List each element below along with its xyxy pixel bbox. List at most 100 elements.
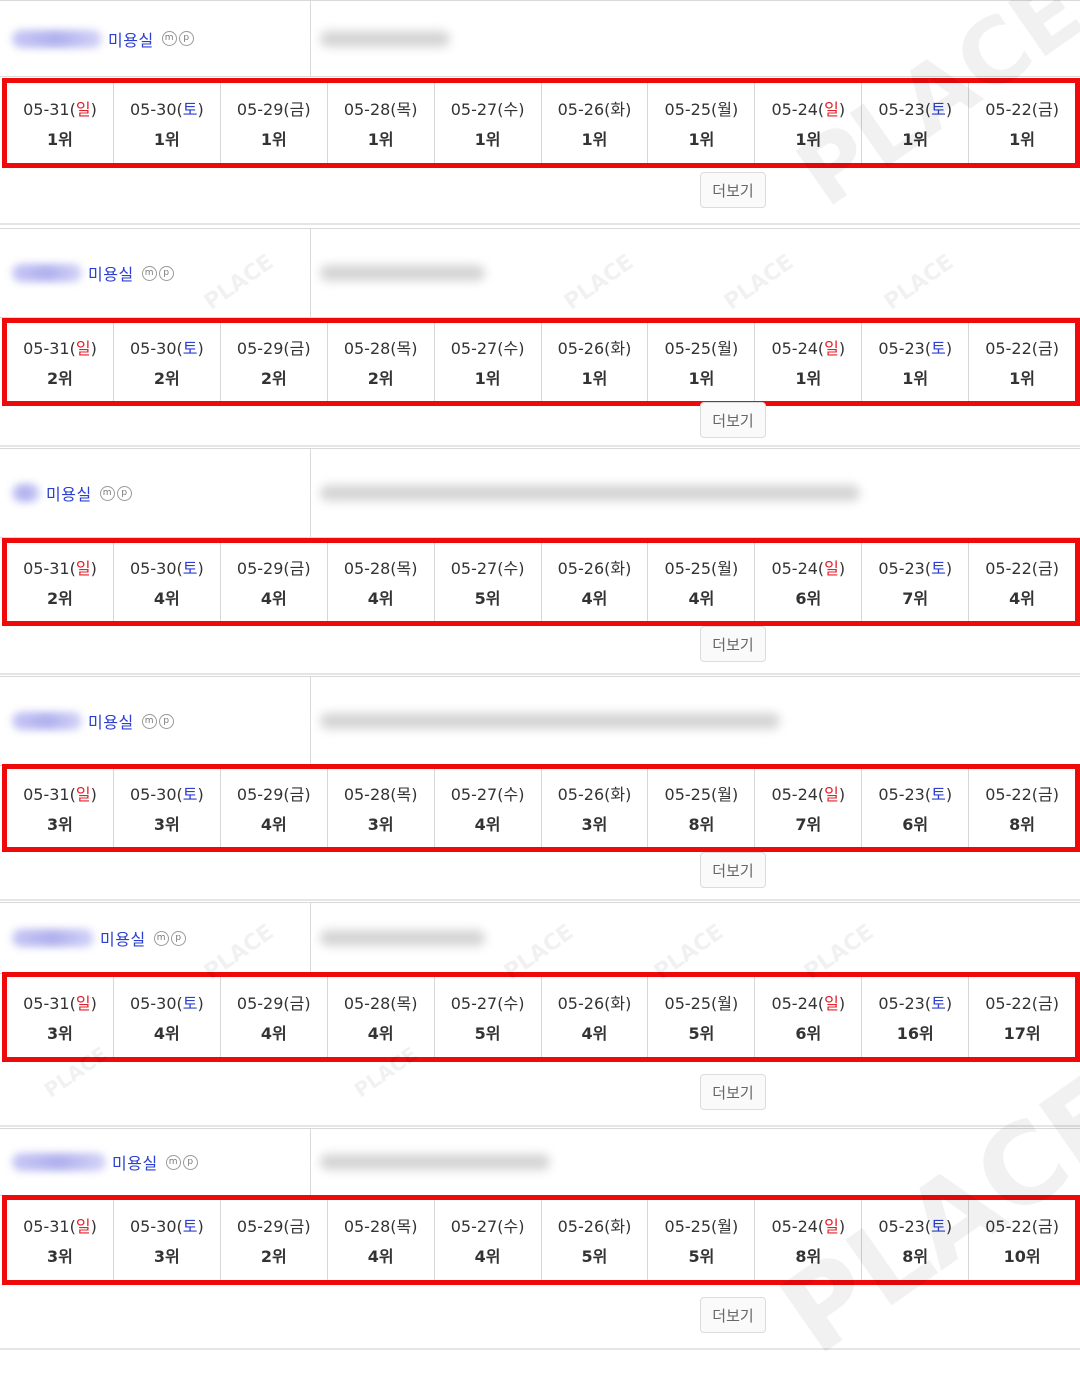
day-of-week: 일 [75, 994, 91, 1013]
date-paren: ) [625, 1217, 632, 1236]
rank-value: 1위 [581, 130, 608, 149]
day-of-week: 토 [931, 100, 946, 119]
rank-value: 4위 [474, 815, 501, 834]
date-text: 05-30( [130, 785, 183, 804]
blurred-store-url[interactable] [320, 1154, 550, 1170]
rank-cell: 05-31(일) 3위 [7, 1200, 114, 1280]
date-text: 05-24( [771, 559, 825, 578]
row-separator [0, 223, 1080, 225]
rank-cell: 05-29(금) 4위 [221, 543, 328, 621]
rank-value: 1위 [688, 369, 715, 388]
day-of-week: 금 [1037, 100, 1053, 119]
day-of-week: 화 [610, 994, 626, 1013]
rank-date: 05-22(금) [985, 555, 1059, 579]
rank-value: 4위 [367, 589, 394, 608]
day-of-week: 일 [75, 559, 91, 578]
store-category-label[interactable]: 미용실 [100, 926, 146, 950]
rank-date: 05-28(목) [344, 781, 418, 805]
day-of-week: 금 [1037, 994, 1053, 1013]
store-name-cell[interactable]: 미용실 m p [0, 1129, 311, 1195]
date-text: 05-25( [664, 1217, 718, 1236]
store-name-cell[interactable]: 미용실 m p [0, 677, 311, 765]
day-of-week: 목 [396, 100, 412, 119]
rank-value: 1위 [47, 130, 73, 149]
rank-date: 05-27(수) [451, 990, 525, 1014]
rank-date: 05-23(토) [878, 781, 952, 805]
date-text: 05-25( [664, 785, 718, 804]
date-text: 05-29( [236, 339, 290, 358]
rank-date: 05-30(토) [130, 96, 204, 120]
rank-cell: 05-23(토) 1위 [862, 323, 970, 401]
date-paren: ) [518, 1217, 525, 1236]
date-paren: ) [945, 339, 953, 358]
rank-cell: 05-26(화) 4위 [542, 977, 649, 1057]
blurred-store-url[interactable] [320, 713, 780, 729]
store-name-cell[interactable]: 미용실 m p [0, 229, 311, 317]
day-of-week: 목 [396, 559, 412, 578]
rank-cell: 05-26(화) 4위 [542, 543, 649, 621]
date-text: 05-26( [557, 559, 611, 578]
day-of-week: 월 [717, 785, 732, 804]
date-text: 05-29( [236, 100, 290, 119]
rank-cell: 05-26(화) 1위 [542, 83, 649, 163]
date-paren: ) [732, 100, 739, 119]
rank-date: 05-25(월) [665, 96, 739, 120]
rank-date: 05-22(금) [985, 781, 1059, 805]
date-text: 05-31( [23, 1217, 76, 1236]
date-text: 05-28( [343, 100, 397, 119]
rank-value: 8위 [1009, 815, 1036, 834]
day-of-week: 화 [610, 785, 626, 804]
rank-cell: 05-27(수) 1위 [435, 83, 542, 163]
blurred-store-url[interactable] [320, 265, 485, 281]
rank-date: 05-24(일) [771, 781, 845, 805]
rank-value: 1위 [902, 130, 929, 149]
store-category-label[interactable]: 미용실 [88, 709, 134, 733]
more-button[interactable]: 더보기 [700, 172, 766, 208]
day-of-week: 화 [610, 100, 626, 119]
store-category-label[interactable]: 미용실 [88, 261, 134, 285]
rank-value: 2위 [367, 369, 394, 388]
date-paren: ) [304, 100, 311, 119]
rank-cell: 05-22(금) 4위 [969, 543, 1075, 621]
more-button[interactable]: 더보기 [700, 852, 766, 888]
date-text: 05-30( [130, 1217, 183, 1236]
rank-value: 5위 [581, 1247, 608, 1266]
store-name-cell[interactable]: 미용실 m p [0, 1, 311, 76]
date-text: 05-29( [236, 1217, 290, 1236]
rank-value: 5위 [688, 1024, 715, 1043]
more-button[interactable]: 더보기 [700, 626, 766, 662]
date-paren: ) [304, 994, 311, 1013]
rank-value: 2위 [47, 589, 73, 608]
date-text: 05-30( [130, 339, 183, 358]
rank-date: 05-25(월) [665, 781, 739, 805]
store-header: 미용실 m p [0, 902, 1080, 974]
rank-value: 5위 [474, 1024, 501, 1043]
more-button[interactable]: 더보기 [700, 1297, 766, 1333]
rank-history-box: 05-31(일) 2위 05-30(토) 4위 05-29(금) 4위 05-28(목) 4위… [2, 538, 1080, 626]
store-category-label[interactable]: 미용실 [108, 27, 154, 51]
date-paren: ) [732, 994, 739, 1013]
rank-date: 05-23(토) [878, 335, 952, 359]
rank-date: 05-29(금) [237, 555, 311, 579]
rank-date: 05-26(화) [558, 1213, 632, 1237]
more-button[interactable]: 더보기 [700, 402, 766, 438]
rank-value: 6위 [795, 589, 822, 608]
rank-cell: 05-30(토) 4위 [114, 977, 221, 1057]
more-button[interactable]: 더보기 [700, 1074, 766, 1110]
date-paren: ) [90, 1217, 97, 1236]
store-name-cell[interactable]: 미용실 m p [0, 449, 311, 537]
day-of-week: 토 [182, 785, 198, 804]
blurred-store-url[interactable] [320, 930, 485, 946]
blurred-store-url[interactable] [320, 485, 860, 501]
store-category-label[interactable]: 미용실 [112, 1150, 158, 1174]
rank-cell: 05-30(토) 1위 [114, 83, 221, 163]
store-name-cell[interactable]: 미용실 m p [0, 903, 311, 973]
store-category-label[interactable]: 미용실 [46, 481, 92, 505]
rank-date: 05-23(토) [878, 990, 952, 1014]
row-separator [0, 673, 1080, 675]
day-of-week: 월 [717, 1217, 732, 1236]
date-text: 05-27( [450, 785, 504, 804]
blurred-store-url[interactable] [320, 30, 450, 47]
rank-value: 3위 [47, 1247, 73, 1266]
date-text: 05-22( [985, 785, 1038, 804]
